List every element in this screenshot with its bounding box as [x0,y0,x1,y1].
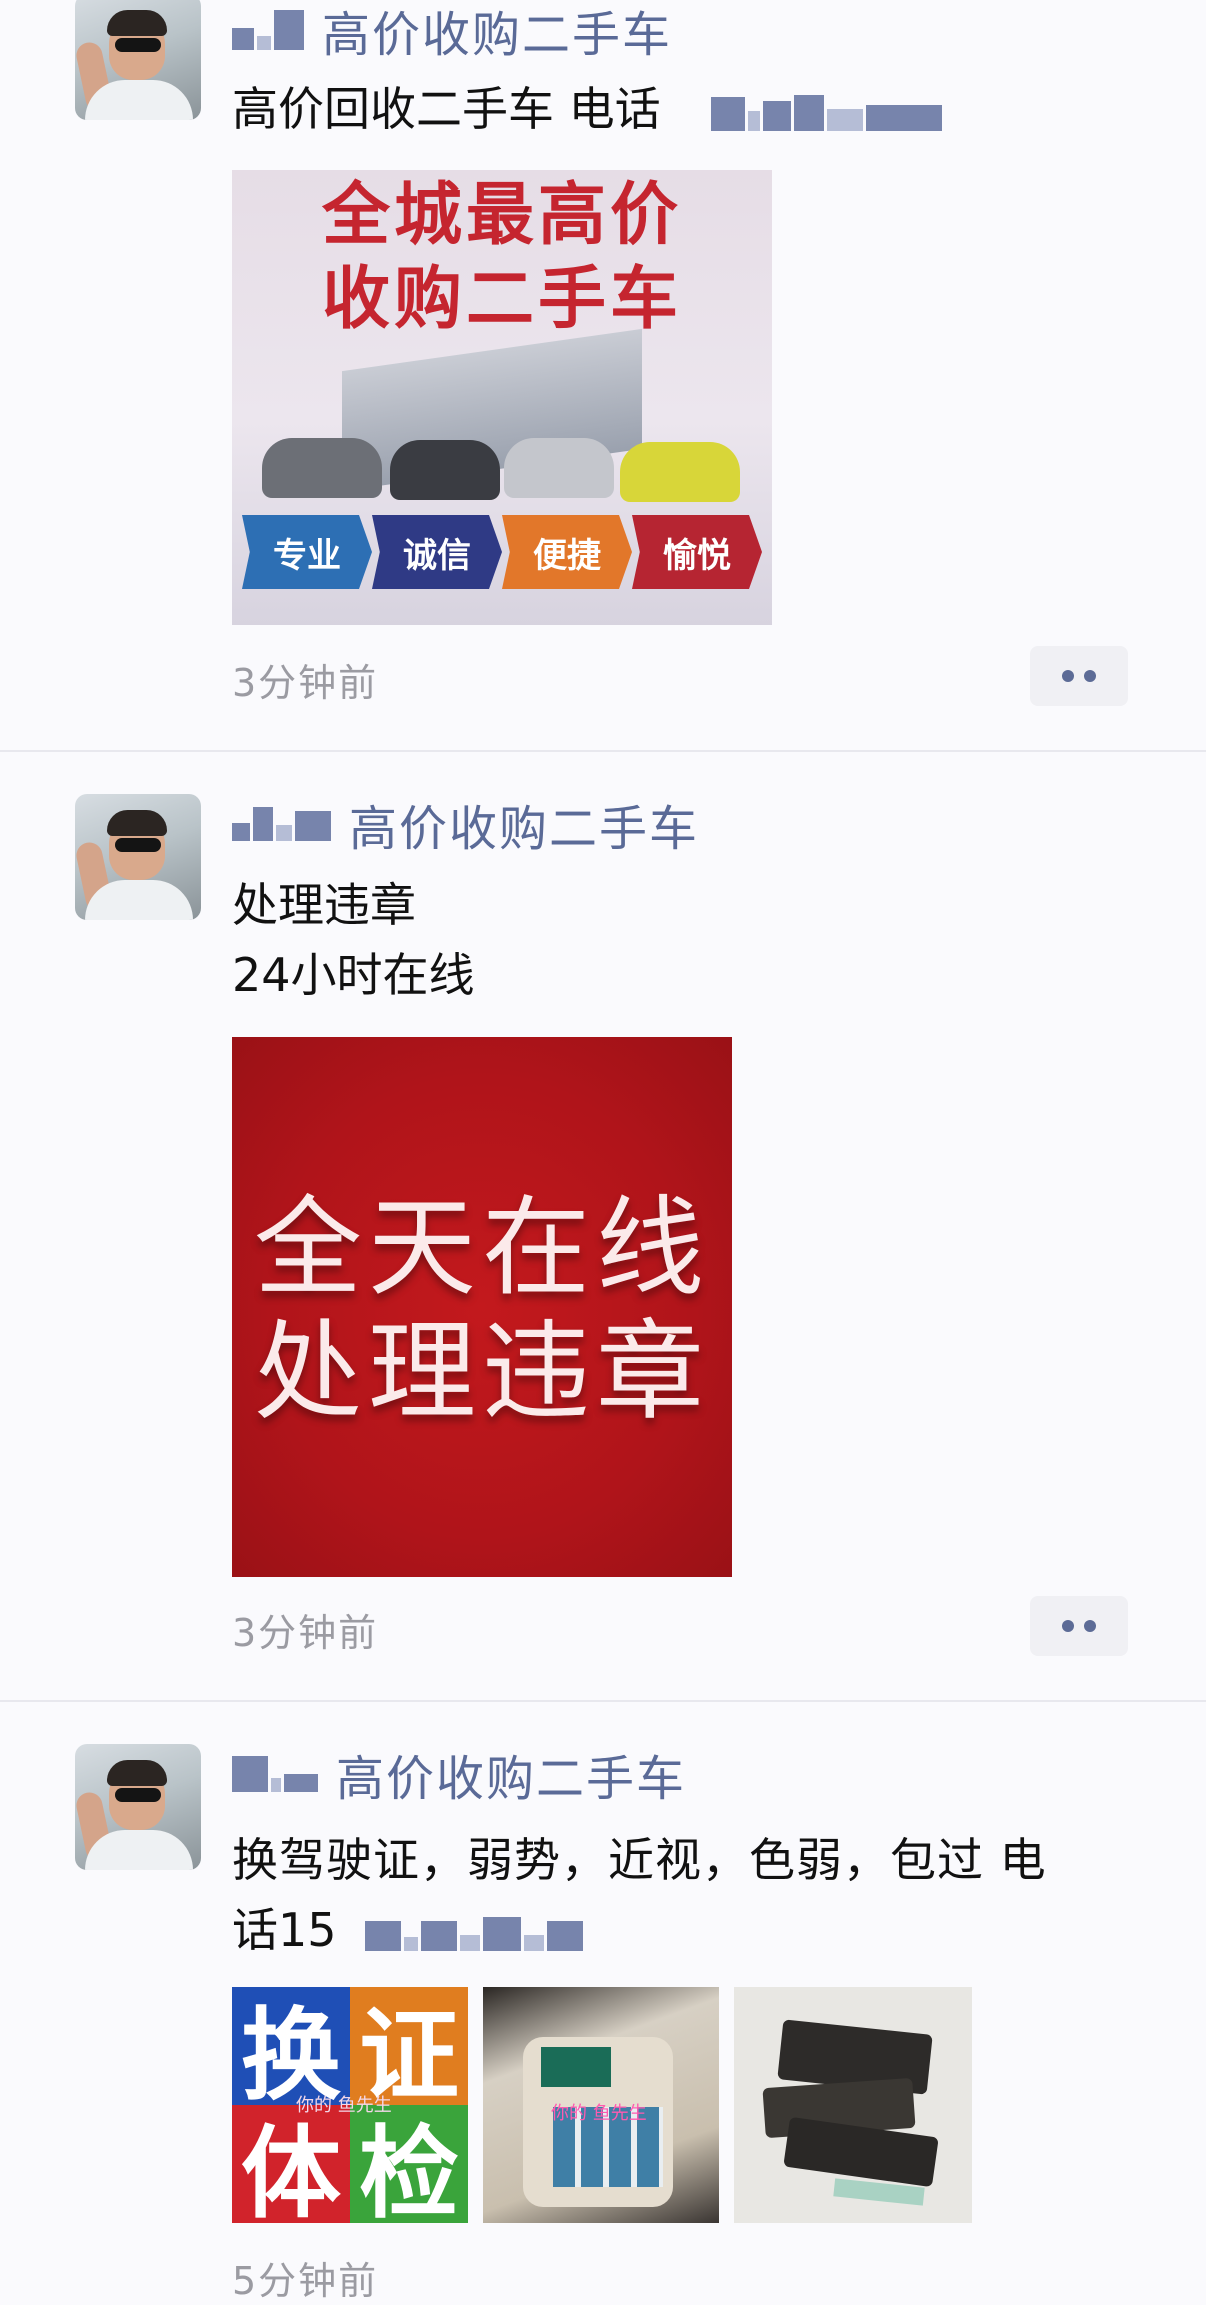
post-text-line: 话15 [232,1895,601,1965]
post-image-used-car-ad[interactable]: 全城最高价 收购二手车 专业 诚信 便捷 愉悦 [232,170,772,625]
censored-mosaic [232,10,304,50]
user-avatar[interactable] [75,1744,201,1870]
post-text-line: 换驾驶证，弱势，近视，色弱，包过 电 [232,1833,1047,1887]
moments-post-2: 高价收购二手车 处理违章 24小时在线 全天在线 处理违章 3分钟前 [0,752,1206,1702]
more-actions-button[interactable] [1030,1596,1128,1656]
tile-green: 检 [350,2105,468,2223]
dot-icon [1084,1620,1096,1632]
ad-tag-row: 专业 诚信 便捷 愉悦 [242,515,762,589]
dot-icon [1062,1620,1074,1632]
censored-phone-mosaic [711,94,943,131]
censored-phone-mosaic [365,1916,584,1951]
post-author-name[interactable]: 高价收购二手车 [322,0,672,65]
ad-tag: 专业 [242,515,372,589]
post-timestamp: 3分钟前 [232,1611,379,1655]
post-text-line: 24小时在线 [232,948,475,1002]
ad-tag: 便捷 [502,515,632,589]
user-avatar[interactable] [75,794,201,920]
user-avatar[interactable] [75,0,201,120]
dot-icon [1084,670,1096,682]
image-watermark: 你的 鱼先生 [551,2103,647,2124]
tile-orange: 证 [350,1987,468,2114]
post-image-violation-ad[interactable]: 全天在线 处理违章 [232,1037,732,1577]
post-author-name[interactable]: 高价收购二手车 [349,789,699,859]
post-author-name[interactable]: 高价收购二手车 [336,1739,686,1809]
tile-red: 体 [232,2105,350,2223]
post-image-license-tiles[interactable]: 换 证 体 检 你的 鱼先生 [232,1987,468,2223]
ad-tag: 愉悦 [632,515,762,589]
post-author-row[interactable]: 高价收购二手车 [232,1744,686,1807]
post-author-row[interactable]: 高价收购二手车 [232,0,672,63]
more-actions-button[interactable] [1030,646,1128,706]
moments-post-1: 高价收购二手车 高价回收二手车 电话 全城最高价 收购二手车 专业 诚信 便捷 … [0,0,1206,750]
post-author-row[interactable]: 高价收购二手车 [232,794,699,857]
censored-mosaic [232,807,331,841]
ad-headline: 全城最高价 收购二手车 [321,176,682,339]
moments-post-3: 高价收购二手车 换驾驶证，弱势，近视，色弱，包过 电 话15 换 证 体 检 你… [0,1702,1206,2303]
post-image-car-seat[interactable]: 你的 鱼先生 [483,1987,719,2223]
post-text-line: 处理违章 [232,878,416,932]
ad-headline: 全天在线 处理违章 [253,1186,710,1435]
ad-tag: 诚信 [372,515,502,589]
image-watermark: 你的 鱼先生 [296,2095,392,2116]
tile-blue: 换 [232,1987,350,2114]
censored-mosaic [232,1756,318,1792]
dot-icon [1062,670,1074,682]
post-timestamp: 5分钟前 [232,2259,379,2303]
post-timestamp: 3分钟前 [232,661,379,705]
post-text: 高价回收二手车 电话 [232,74,960,144]
post-image-license-booklets[interactable] [734,1987,972,2223]
